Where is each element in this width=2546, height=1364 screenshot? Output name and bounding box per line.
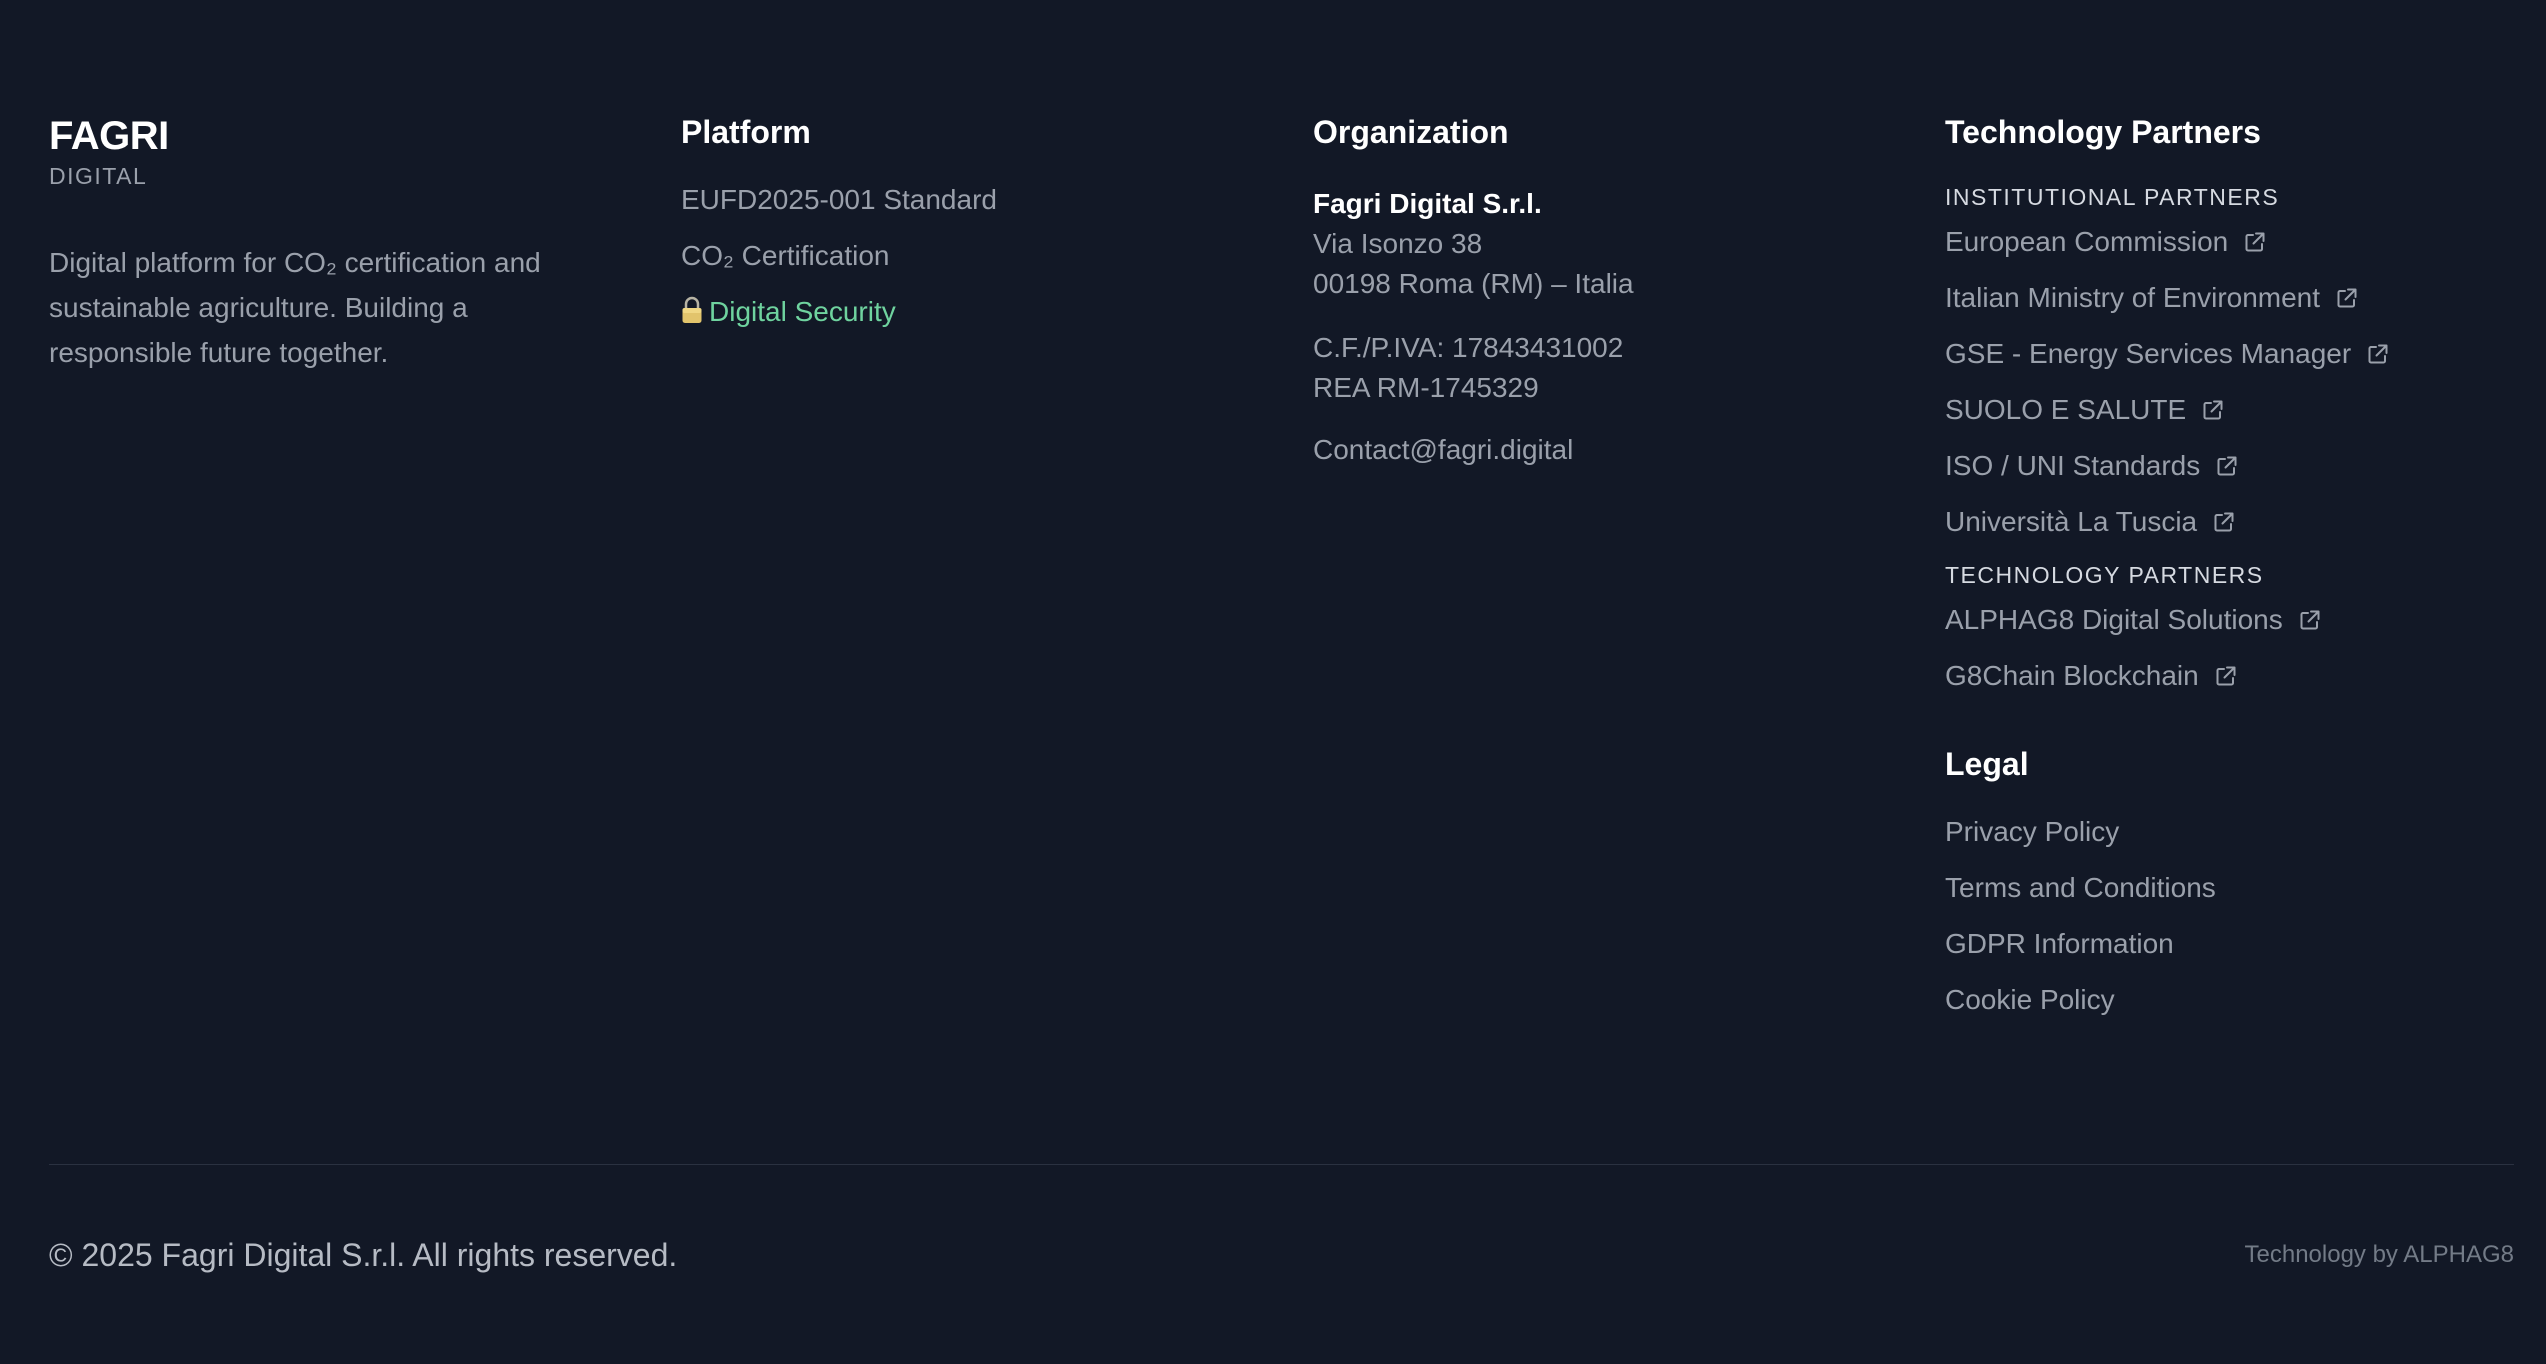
- external-link-icon: [2337, 288, 2357, 308]
- platform-link-digital-security[interactable]: Digital Security: [681, 294, 1241, 330]
- organization-details: Fagri Digital S.r.l. Via Isonzo 38 00198…: [1313, 184, 1873, 470]
- legal-links: Privacy Policy Terms and Conditions GDPR…: [1945, 814, 2505, 1018]
- partners-heading: Technology Partners: [1945, 114, 2261, 150]
- legal-link-privacy-policy[interactable]: Privacy Policy: [1945, 814, 2505, 850]
- technology-by-link[interactable]: Technology by ALPHAG8: [2245, 1240, 2515, 1270]
- platform-link-co2-certification[interactable]: CO₂ Certification: [681, 238, 1241, 274]
- external-link-icon: [2216, 666, 2236, 686]
- partner-label: GSE - Energy Services Manager: [1945, 338, 2352, 369]
- site-footer: FAGRI DIGITAL Digital platform for CO₂ c…: [0, 0, 2546, 1364]
- organization-name: Fagri Digital S.r.l.: [1313, 188, 1542, 219]
- partner-label: SUOLO E SALUTE: [1945, 394, 2187, 425]
- organization-heading: Organization: [1313, 114, 1509, 150]
- brand-description: Digital platform for CO₂ certification a…: [49, 247, 541, 368]
- external-link-icon: [2203, 400, 2223, 420]
- platform-link-standard[interactable]: EUFD2025-001 Standard: [681, 182, 1241, 218]
- legal-heading: Legal: [1945, 746, 2029, 782]
- brand-logo-name[interactable]: FAGRI: [49, 112, 609, 160]
- partner-label: G8Chain Blockchain: [1945, 660, 2199, 691]
- partner-link-italian-ministry[interactable]: Italian Ministry of Environment: [1945, 280, 2505, 316]
- partner-label: ALPHAG8 Digital Solutions: [1945, 604, 2283, 635]
- brand-logo-subtitle: DIGITAL: [49, 163, 148, 189]
- partner-link-alphag8[interactable]: ALPHAG8 Digital Solutions: [1945, 602, 2505, 638]
- partner-link-gse[interactable]: GSE - Energy Services Manager: [1945, 336, 2505, 372]
- partner-link-suolo-e-salute[interactable]: SUOLO E SALUTE: [1945, 392, 2505, 428]
- digital-security-label: Digital Security: [709, 296, 896, 327]
- legal-link-terms[interactable]: Terms and Conditions: [1945, 870, 2505, 906]
- external-link-icon: [2245, 232, 2265, 252]
- platform-column: Platform EUFD2025-001 Standard CO₂ Certi…: [681, 112, 1241, 350]
- partners-column: Technology Partners INSTITUTIONAL PARTNE…: [1945, 112, 2505, 1038]
- legal-link-cookie-policy[interactable]: Cookie Policy: [1945, 982, 2505, 1018]
- institutional-partners-label: INSTITUTIONAL PARTNERS: [1945, 184, 2280, 210]
- organization-address-line2: 00198 Roma (RM) – Italia: [1313, 268, 1634, 299]
- organization-column: Organization Fagri Digital S.r.l. Via Is…: [1313, 112, 1873, 470]
- platform-links: EUFD2025-001 Standard CO₂ Certification …: [681, 182, 1241, 330]
- external-link-icon: [2217, 456, 2237, 476]
- partner-label: Università La Tuscia: [1945, 506, 2198, 537]
- legal-link-gdpr[interactable]: GDPR Information: [1945, 926, 2505, 962]
- organization-contact-email[interactable]: Contact@fagri.digital: [1313, 430, 1873, 470]
- institutional-partners-list: European Commission Italian Ministry of …: [1945, 224, 2505, 540]
- partner-label: ISO / UNI Standards: [1945, 450, 2201, 481]
- partner-label: Italian Ministry of Environment: [1945, 282, 2321, 313]
- copyright-text: © 2025 Fagri Digital S.r.l. All rights r…: [49, 1237, 678, 1273]
- footer-divider: [49, 1164, 2514, 1165]
- external-link-icon: [2214, 512, 2234, 532]
- partner-link-universita-tuscia[interactable]: Università La Tuscia: [1945, 504, 2505, 540]
- brand-column: FAGRI DIGITAL Digital platform for CO₂ c…: [49, 112, 609, 375]
- organization-rea: REA RM-1745329: [1313, 372, 1539, 403]
- external-link-icon: [2300, 610, 2320, 630]
- technology-partners-list: ALPHAG8 Digital Solutions G8Chain Blockc…: [1945, 602, 2505, 694]
- organization-address-line1: Via Isonzo 38: [1313, 228, 1483, 259]
- lock-icon: [682, 296, 702, 323]
- partner-link-g8chain[interactable]: G8Chain Blockchain: [1945, 658, 2505, 694]
- partner-label: European Commission: [1945, 226, 2229, 257]
- organization-vat: C.F./P.IVA: 17843431002: [1313, 332, 1624, 363]
- platform-heading: Platform: [681, 114, 811, 150]
- partner-link-european-commission[interactable]: European Commission: [1945, 224, 2505, 260]
- technology-partners-label: TECHNOLOGY PARTNERS: [1945, 562, 2264, 588]
- external-link-icon: [2368, 344, 2388, 364]
- partner-link-iso-uni[interactable]: ISO / UNI Standards: [1945, 448, 2505, 484]
